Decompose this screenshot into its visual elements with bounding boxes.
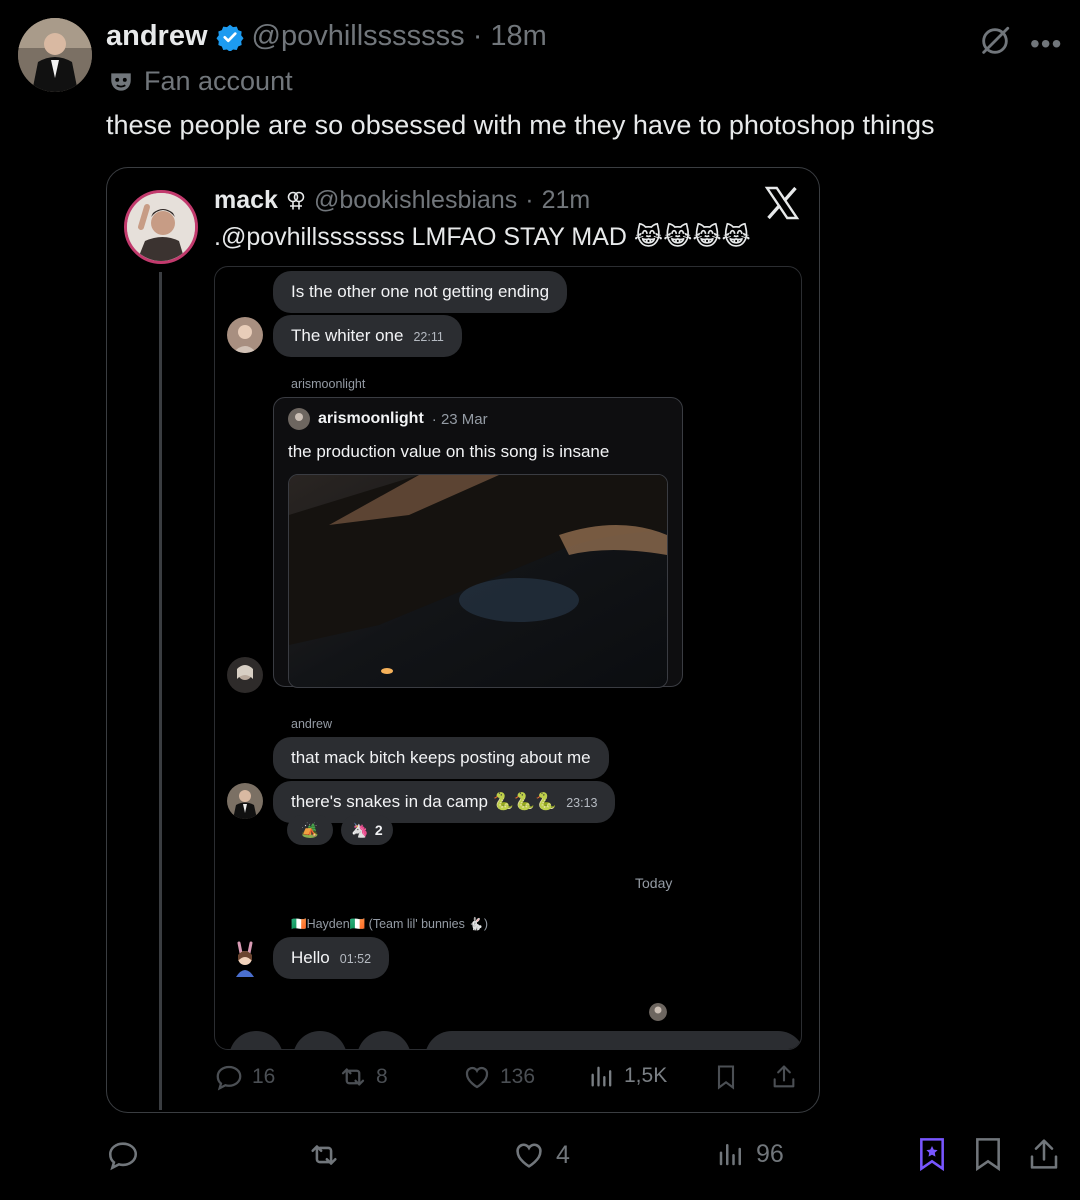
quoted-post: arismoonlight · 23 Mar the production va…: [273, 397, 683, 688]
embedded-post-time: 21m: [541, 186, 591, 214]
chat-button: [293, 1031, 347, 1049]
embedded-post-header: mack @bookishlesbians · 21m: [214, 186, 590, 215]
embedded-action-bar: 16 8 136 1,5K: [214, 1062, 804, 1096]
share-button[interactable]: [1028, 1136, 1060, 1172]
post-time[interactable]: 18m: [490, 20, 546, 53]
mack-avatar: [124, 190, 198, 264]
bookmark-icon: [972, 1136, 1004, 1172]
chat-avatar: [227, 317, 263, 353]
chat-sender-name: 🇮🇪Hayden🇮🇪 (Team lil' bunnies 🐇): [291, 917, 489, 931]
chat-sender-name: arismoonlight: [291, 377, 366, 391]
reply-icon: [106, 1138, 140, 1172]
bar-chart-icon: [716, 1138, 746, 1170]
embedded-bookmark-icon: [712, 1062, 740, 1092]
chat-sender-name: andrew: [291, 717, 332, 731]
separator-dot: ·: [472, 20, 483, 52]
view-count: 96: [756, 1139, 784, 1168]
account-label-text: Fan account: [144, 66, 293, 96]
like-count: 4: [556, 1140, 570, 1169]
thread-line: [159, 272, 162, 1110]
x-logo-icon: [764, 186, 800, 220]
reply-button[interactable]: [106, 1138, 150, 1172]
embedded-author-handle: @bookishlesbians: [313, 186, 518, 214]
embedded-separator: ·: [525, 186, 534, 214]
chat-avatar: [227, 783, 263, 819]
chat-message: The whiter one 22:11: [273, 315, 462, 357]
embedded-post-text: .@povhillsssssss LMFAO STAY MAD 😹😹😹😹: [214, 223, 751, 251]
bookmark-sparkle-icon: [916, 1136, 948, 1172]
embedded-author-name: mack: [214, 186, 278, 214]
quoted-post-text: the production value on this song is ins…: [288, 442, 610, 461]
embedded-reply: 16: [214, 1062, 275, 1092]
repost-button[interactable]: [306, 1138, 352, 1172]
embedded-views: 1,5K: [588, 1062, 667, 1090]
author-name[interactable]: andrew: [106, 20, 208, 53]
embedded-repost: 8: [338, 1062, 388, 1092]
repost-icon: [306, 1138, 342, 1172]
quoted-video-thumbnail: [288, 474, 668, 688]
mask-icon: [108, 69, 134, 95]
chat-button: [229, 1031, 283, 1049]
post-text: these people are so obsessed with me the…: [106, 110, 935, 140]
chat-message: Hello 01:52: [273, 937, 390, 979]
account-label: Fan account: [108, 66, 293, 97]
author-avatar[interactable]: [18, 18, 92, 92]
embedded-like: 136: [462, 1062, 535, 1092]
chat-avatar: [649, 1003, 667, 1021]
chat-avatar: [227, 657, 263, 693]
embedded-share-icon: [770, 1062, 798, 1092]
post-header: andrew @povhillsssssss · 18m: [106, 20, 547, 53]
views-button[interactable]: 96: [716, 1138, 784, 1170]
quoted-post-header: arismoonlight · 23 Mar: [288, 408, 488, 430]
grok-bookmark-button[interactable]: [916, 1136, 948, 1172]
chat-screenshot: Is the other one not getting ending The …: [214, 266, 802, 1050]
chat-reaction: 🏕️: [287, 815, 333, 845]
chat-message: that mack bitch keeps posting about me: [273, 737, 609, 779]
chat-avatar: [227, 941, 263, 977]
more-options-icon[interactable]: •••: [1030, 28, 1062, 60]
bookmark-button[interactable]: [972, 1136, 1004, 1172]
chat-input: [425, 1031, 801, 1049]
chat-button: [357, 1031, 411, 1049]
chat-message: Is the other one not getting ending: [273, 271, 568, 313]
heart-icon: [512, 1138, 546, 1172]
share-icon: [1028, 1136, 1060, 1172]
chat-reaction: 🦄 2: [341, 815, 393, 845]
author-handle[interactable]: @povhillsssssss: [252, 20, 465, 53]
like-button[interactable]: 4: [512, 1138, 570, 1172]
date-divider: Today: [635, 875, 673, 891]
verified-badge-icon: [215, 23, 244, 51]
lesbian-symbol-icon: [286, 190, 306, 212]
grok-icon[interactable]: [978, 24, 1012, 58]
quoted-avatar: [288, 408, 310, 430]
